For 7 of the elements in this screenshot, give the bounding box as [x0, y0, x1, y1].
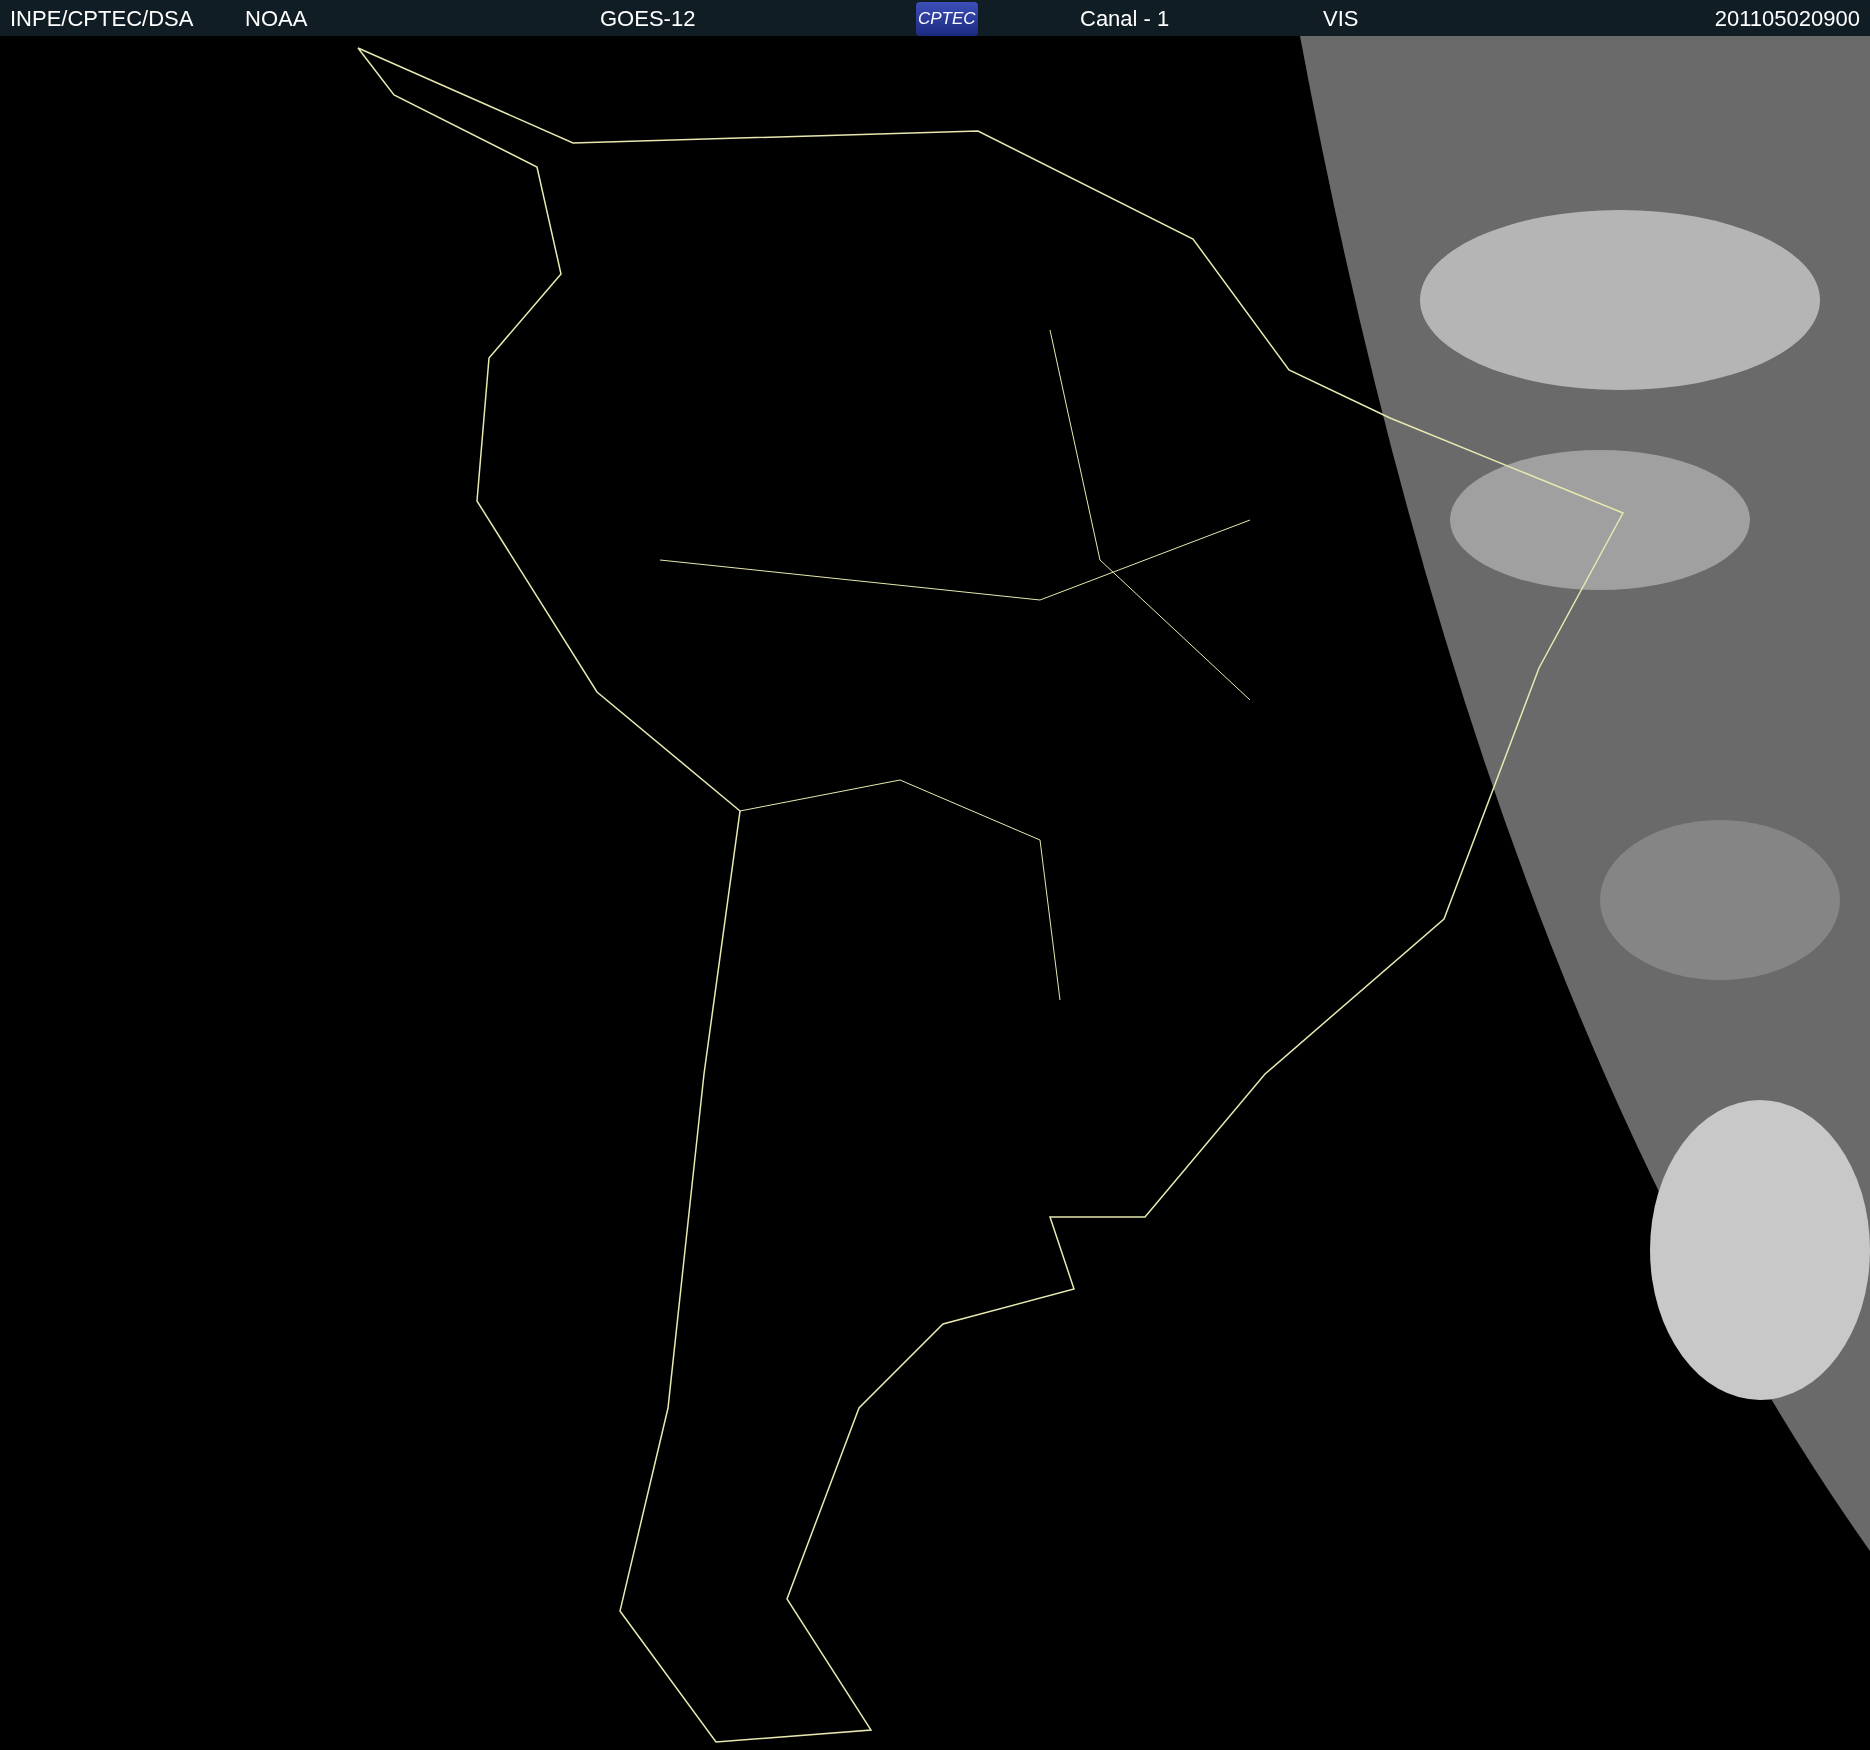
header-label: Canal - 1	[1080, 5, 1170, 31]
timestamp-label: 201105020900	[1714, 5, 1860, 31]
header-label: GOES-12	[600, 5, 696, 31]
header-label: VIS	[1323, 5, 1359, 31]
header-label: INPE/CPTEC/DSA	[10, 5, 194, 31]
header-label: NOAA	[245, 5, 308, 31]
logo: CPTEC	[916, 2, 978, 36]
